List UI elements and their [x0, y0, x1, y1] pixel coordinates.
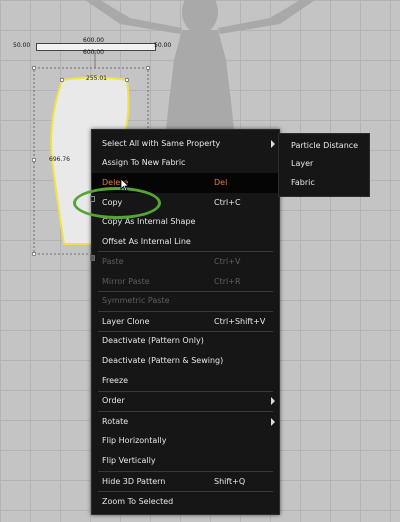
menu-item-label: Deactivate (Pattern Only) [102, 336, 204, 345]
menu-item-label: Deactivate (Pattern & Sewing) [102, 356, 224, 365]
menu-item-deactivate-pattern-only[interactable]: Deactivate (Pattern Only) [92, 331, 279, 351]
menu-item-shortcut: Ctrl+R [214, 277, 241, 286]
menu-item-label: Select All with Same Property [102, 139, 221, 148]
menu-item-paste[interactable]: Paste Ctrl+V [92, 252, 279, 272]
menu-item-label: Layer Clone [102, 317, 150, 326]
menu-item-deactivate-pattern-sewing[interactable]: Deactivate (Pattern & Sewing) [92, 351, 279, 371]
menu-item-label: Flip Horizontally [102, 436, 167, 445]
menu-item-shortcut: Ctrl+Shift+V [214, 317, 266, 326]
submenu-item-particle-distance[interactable]: Particle Distance [291, 141, 358, 150]
menu-item-select-all-same-property[interactable]: Select All with Same Property [92, 134, 279, 154]
menu-item-hide-3d-pattern[interactable]: Hide 3D Pattern Shift+Q [92, 472, 279, 492]
menu-item-mirror-paste[interactable]: Mirror Paste Ctrl+R [92, 272, 279, 292]
width-dimension-label: 255.01 [86, 75, 107, 82]
menu-item-label: Hide 3D Pattern [102, 477, 166, 486]
menu-item-label: Rotate [102, 417, 129, 426]
menu-item-shortcut: Del [214, 178, 228, 187]
menu-item-label: Flip Vertically [102, 456, 156, 465]
submenu-select-same-property: Particle Distance Layer Fabric [278, 133, 370, 197]
menu-item-label: Paste [102, 257, 124, 266]
height-dimension-label: 696.76 [49, 156, 70, 163]
menu-item-rotate[interactable]: Rotate [92, 412, 279, 432]
chevron-right-icon [271, 397, 275, 405]
menu-item-shortcut: Ctrl+V [214, 257, 241, 266]
menu-item-label: Freeze [102, 376, 129, 385]
menu-item-zoom-to-selected[interactable]: Zoom To Selected [92, 492, 279, 512]
menu-item-order[interactable]: Order [92, 391, 279, 411]
menu-item-label: Mirror Paste [102, 277, 150, 286]
menu-item-flip-horizontally[interactable]: Flip Horizontally [92, 431, 279, 451]
menu-item-offset-internal-line[interactable]: Offset As Internal Line [92, 232, 279, 252]
menu-item-assign-new-fabric[interactable]: Assign To New Fabric [92, 153, 279, 173]
menu-item-label: Zoom To Selected [102, 497, 174, 506]
menu-item-symmetric-paste[interactable]: Symmetric Paste [92, 291, 279, 311]
menu-item-freeze[interactable]: Freeze [92, 371, 279, 391]
menu-item-label: Assign To New Fabric [102, 158, 186, 167]
paste-icon [90, 255, 95, 261]
highlight-ring [73, 187, 161, 219]
menu-item-flip-vertically[interactable]: Flip Vertically [92, 451, 279, 471]
menu-item-shortcut: Ctrl+C [214, 198, 241, 207]
chevron-right-icon [271, 140, 275, 148]
menu-item-label: Order [102, 396, 125, 405]
submenu-item-fabric[interactable]: Fabric [291, 178, 315, 187]
menu-item-label: Offset As Internal Line [102, 237, 191, 246]
menu-item-layer-clone[interactable]: Layer Clone Ctrl+Shift+V [92, 312, 279, 332]
submenu-item-layer[interactable]: Layer [291, 159, 313, 168]
mouse-cursor-icon [120, 178, 130, 192]
chevron-right-icon [271, 418, 275, 426]
menu-item-shortcut: Shift+Q [214, 477, 246, 486]
menu-item-label: Symmetric Paste [102, 296, 170, 305]
